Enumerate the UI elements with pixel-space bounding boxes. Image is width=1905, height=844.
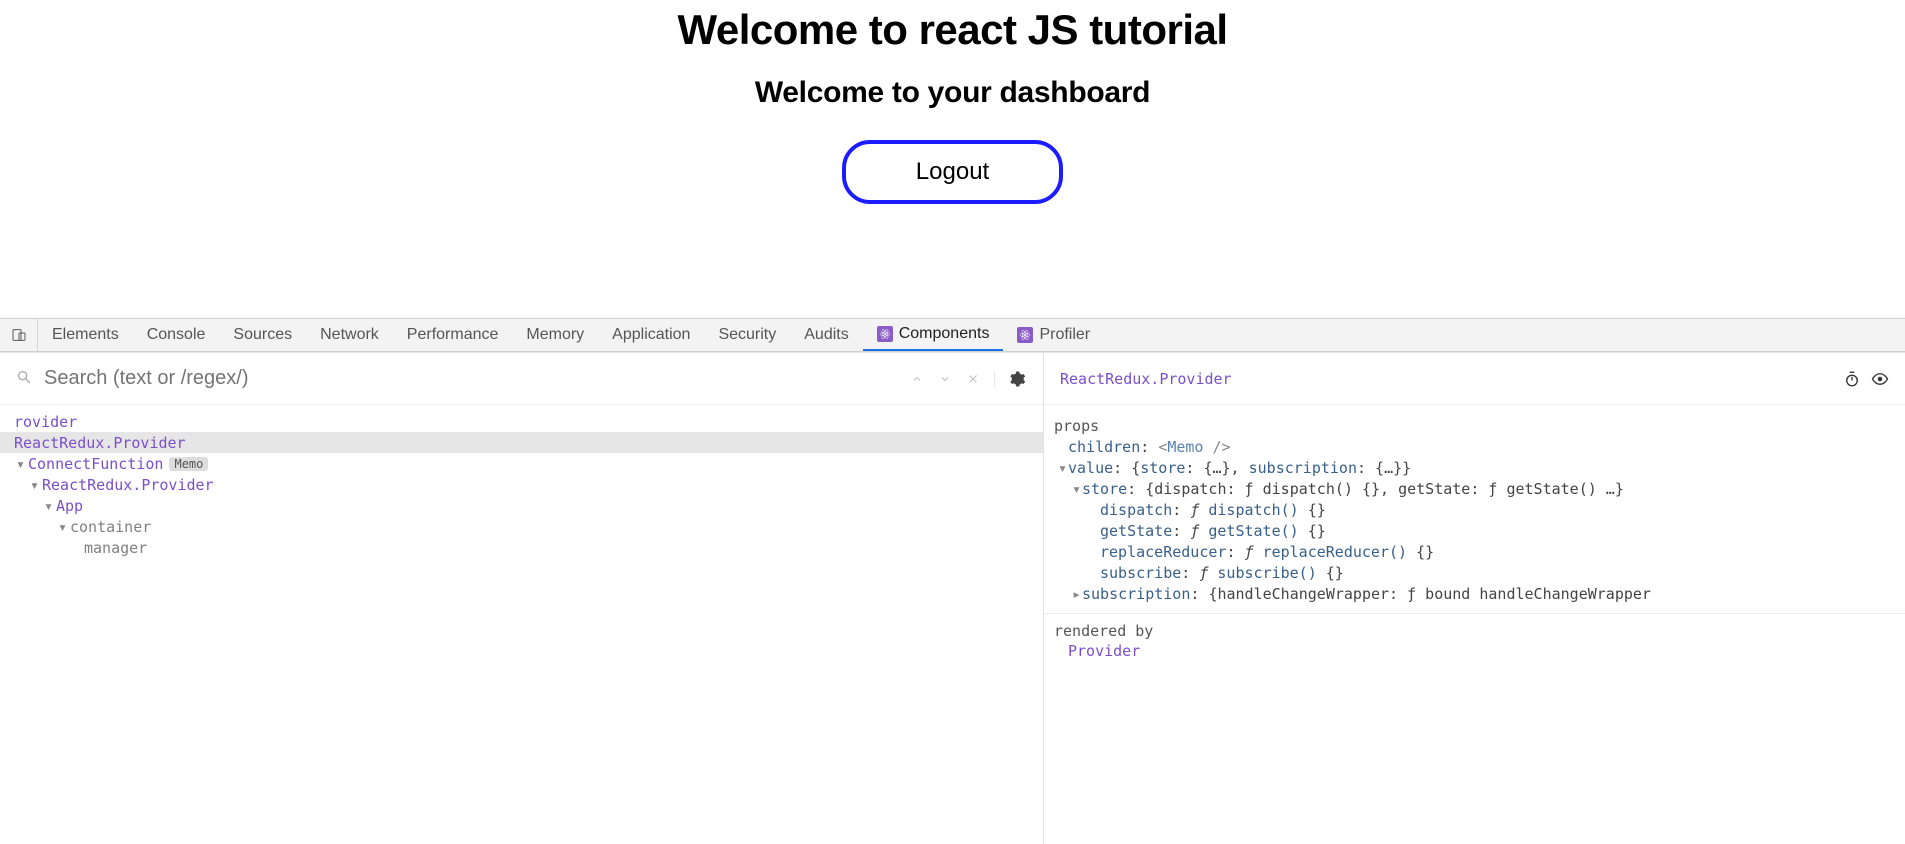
devtools-tab-label: Network xyxy=(320,326,379,344)
search-input[interactable] xyxy=(44,367,898,390)
tree-node[interactable]: ▾ReactRedux.Provider xyxy=(0,474,1043,495)
search-icon xyxy=(16,369,32,389)
page-subtitle: Welcome to your dashboard xyxy=(755,76,1150,110)
devtools-tab-performance[interactable]: Performance xyxy=(393,319,513,351)
devtools-tab-security[interactable]: Security xyxy=(704,319,790,351)
devtools-tab-application[interactable]: Application xyxy=(598,319,704,351)
devtools-tab-label: Memory xyxy=(526,326,584,344)
rendered-by-label: rendered by xyxy=(1054,622,1895,640)
caret-icon: ▾ xyxy=(30,476,40,494)
tree-node-label: ConnectFunction xyxy=(28,455,163,473)
props-children-row[interactable]: children: <Memo /> xyxy=(1054,437,1895,458)
devtools-tab-label: Elements xyxy=(52,326,119,344)
tree-node[interactable]: ▾ConnectFunction Memo xyxy=(0,453,1043,474)
devtools-tab-bar: Elements Console Sources Network Performance… xyxy=(0,318,1905,352)
rendered-by-link[interactable]: Provider xyxy=(1054,642,1140,660)
component-details-panel: ReactRedux.Provider props children: <Mem… xyxy=(1044,353,1905,844)
logout-button[interactable]: Logout xyxy=(842,140,1063,204)
tree-node[interactable]: ReactRedux.Provider xyxy=(0,432,1043,453)
caret-icon: ▾ xyxy=(16,455,26,473)
tree-node[interactable]: ▾App xyxy=(0,495,1043,516)
tree-node[interactable]: manager xyxy=(0,537,1043,558)
devtools-tab-memory[interactable]: Memory xyxy=(512,319,598,351)
caret-icon: ▾ xyxy=(58,518,68,536)
selected-component-title: ReactRedux.Provider xyxy=(1060,370,1833,388)
tree-node-label: container xyxy=(70,518,151,536)
tree-node-label: App xyxy=(56,497,83,515)
devtools-tab-label: Application xyxy=(612,326,690,344)
devtools-tab-label: Audits xyxy=(804,326,848,344)
props-subscription-row[interactable]: ▸subscription: {handleChangeWrapper: ƒ b… xyxy=(1054,584,1895,605)
props-store-row[interactable]: ▾store: {dispatch: ƒ dispatch() {}, getS… xyxy=(1054,479,1895,500)
devtools-tab-label: Security xyxy=(718,326,776,344)
devtools-body: roviderReactRedux.Provider▾ConnectFuncti… xyxy=(0,352,1905,844)
devtools-tab-components[interactable]: Components xyxy=(863,319,1004,351)
devtools-tab-network[interactable]: Network xyxy=(306,319,393,351)
props-value-row[interactable]: ▾value: {store: {…}, subscription: {…}} xyxy=(1054,458,1895,479)
devtools-tab-label: Performance xyxy=(407,326,499,344)
eye-icon[interactable] xyxy=(1871,370,1889,388)
memo-badge: Memo xyxy=(169,457,208,471)
props-section-label: props xyxy=(1054,417,1895,435)
devtools-tab-profiler[interactable]: Profiler xyxy=(1003,319,1104,351)
next-match-icon[interactable] xyxy=(938,372,952,386)
page-title: Welcome to react JS tutorial xyxy=(677,6,1227,54)
store-entry-row[interactable]: getState: ƒ getState() {} xyxy=(1054,521,1895,542)
device-toolbar-icon[interactable] xyxy=(0,319,38,351)
tree-node-label: ReactRedux.Provider xyxy=(14,434,186,452)
component-search-bar xyxy=(0,353,1043,405)
devtools-tab-audits[interactable]: Audits xyxy=(790,319,862,351)
devtools-tab-label: Profiler xyxy=(1039,326,1090,344)
react-logo-icon xyxy=(1017,327,1033,343)
tree-node[interactable]: rovider xyxy=(0,411,1043,432)
devtools-tab-elements[interactable]: Elements xyxy=(38,319,133,351)
tree-node-label: rovider xyxy=(14,413,77,431)
prev-match-icon[interactable] xyxy=(910,372,924,386)
devtools-tab-console[interactable]: Console xyxy=(133,319,220,351)
devtools-tab-label: Components xyxy=(899,325,990,343)
caret-icon: ▾ xyxy=(44,497,54,515)
react-logo-icon xyxy=(877,326,893,342)
gear-icon[interactable] xyxy=(1007,369,1027,389)
store-entry-row[interactable]: subscribe: ƒ subscribe() {} xyxy=(1054,563,1895,584)
tree-node-label: manager xyxy=(84,539,147,557)
devtools-tab-label: Console xyxy=(147,326,206,344)
store-entry-row[interactable]: replaceReducer: ƒ replaceReducer() {} xyxy=(1054,542,1895,563)
tree-node[interactable]: ▾container xyxy=(0,516,1043,537)
devtools-tab-sources[interactable]: Sources xyxy=(219,319,306,351)
store-entry-row[interactable]: dispatch: ƒ dispatch() {} xyxy=(1054,500,1895,521)
devtools-tab-label: Sources xyxy=(233,326,292,344)
clear-search-icon[interactable] xyxy=(966,372,980,386)
stopwatch-icon[interactable] xyxy=(1843,370,1861,388)
component-tree-panel: roviderReactRedux.Provider▾ConnectFuncti… xyxy=(0,353,1044,844)
webpage-content: Welcome to react JS tutorial Welcome to … xyxy=(0,0,1905,318)
tree-node-label: ReactRedux.Provider xyxy=(42,476,214,494)
